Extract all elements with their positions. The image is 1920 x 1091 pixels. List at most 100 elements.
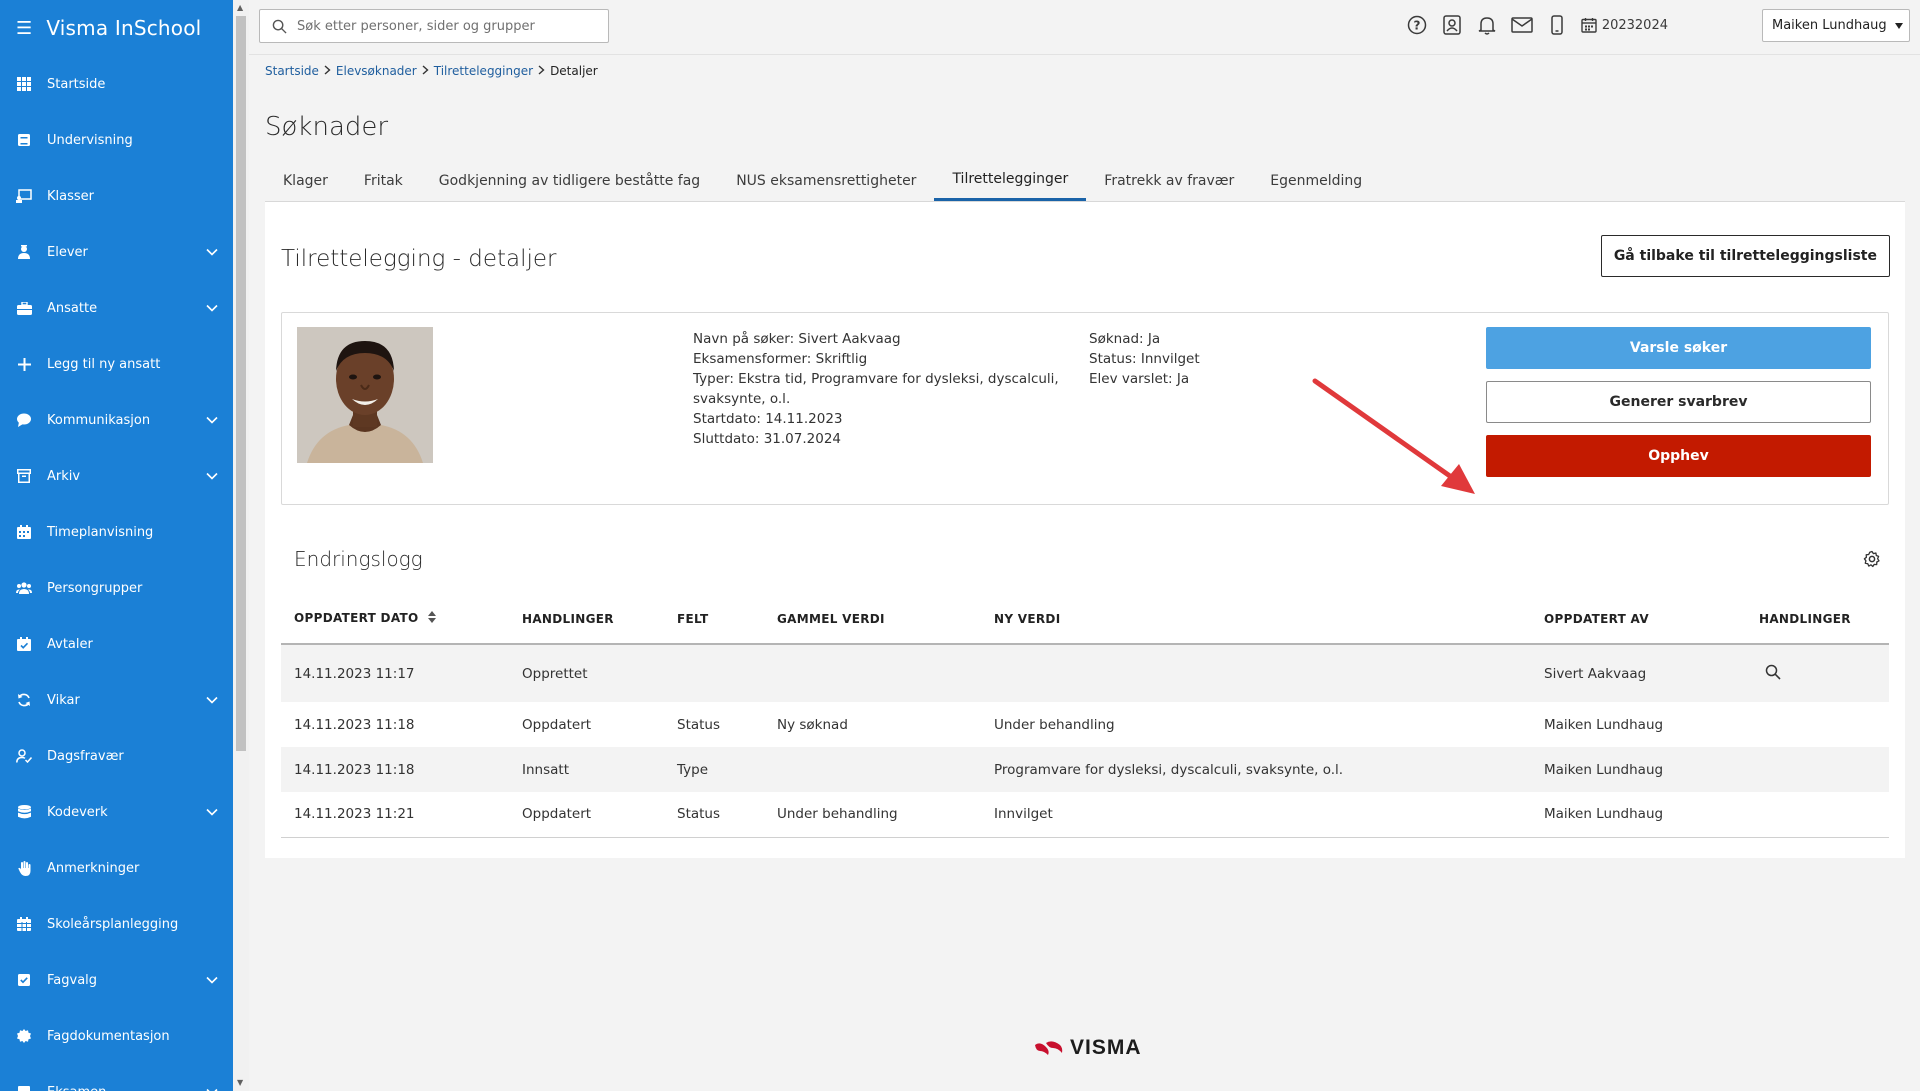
column-header: GAMMEL VERDI bbox=[764, 594, 981, 645]
sidebar-item-label: Klasser bbox=[47, 188, 94, 204]
changelog-title: Endringslogg bbox=[294, 547, 423, 571]
breadcrumb-link[interactable]: Startside bbox=[265, 64, 319, 78]
sidebar-item-kodeverk[interactable]: Kodeverk bbox=[0, 784, 233, 840]
sidebar-item-startside[interactable]: Startside bbox=[0, 56, 233, 112]
help-icon[interactable]: ? bbox=[1406, 14, 1428, 36]
search-icon[interactable] bbox=[1765, 664, 1781, 684]
database-icon bbox=[16, 804, 32, 820]
menu-icon[interactable]: ☰ bbox=[16, 18, 32, 39]
table-row: 14.11.2023 11:21 Oppdatert Status Under beh… bbox=[281, 792, 1889, 838]
cell-new: Innvilget bbox=[981, 792, 1531, 838]
sidebar-item-dagsfravær[interactable]: Dagsfravær bbox=[0, 728, 233, 784]
search-input[interactable] bbox=[297, 18, 587, 34]
applicant-details: Navn på søker: Sivert Aakvaag Eksamensfor… bbox=[693, 329, 1073, 449]
student-icon bbox=[16, 244, 32, 260]
chevron-down-icon[interactable] bbox=[205, 469, 219, 483]
sidebar-item-label: Legg til ny ansatt bbox=[47, 356, 161, 372]
phone-icon[interactable] bbox=[1546, 14, 1568, 36]
sort-icon[interactable] bbox=[428, 611, 437, 626]
info-line: Typer: Ekstra tid, Programvare for dysle… bbox=[693, 371, 1059, 407]
sidebar-item-anmerkninger[interactable]: Anmerkninger bbox=[0, 840, 233, 896]
sidebar: ☰ Visma InSchool Startside Undervisning Kl… bbox=[0, 0, 233, 1091]
sidebar-item-label: Kodeverk bbox=[47, 804, 108, 820]
scrollbar-thumb[interactable] bbox=[236, 16, 246, 751]
tab-godkjenning-av-tidligere-beståtte-fag[interactable]: Godkjenning av tidligere beståtte fag bbox=[421, 160, 718, 201]
cell-actions bbox=[1746, 747, 1889, 792]
visma-swoosh-icon bbox=[1035, 1041, 1063, 1055]
school-year-selector[interactable]: 20232024 bbox=[1581, 17, 1668, 33]
chevron-down-icon[interactable] bbox=[205, 245, 219, 259]
board-icon bbox=[16, 188, 32, 204]
status-line: Søknad: Ja bbox=[1089, 331, 1161, 347]
breadcrumb: Startside Elevsøknader Tilrettelegginger De… bbox=[265, 64, 1905, 78]
sidebar-item-klasser[interactable]: Klasser bbox=[0, 168, 233, 224]
gear-icon[interactable] bbox=[1863, 550, 1881, 568]
chevron-down-icon[interactable] bbox=[205, 1085, 219, 1091]
chevron-down-icon[interactable] bbox=[205, 413, 219, 427]
sidebar-item-label: Elever bbox=[47, 244, 88, 260]
column-header: NY VERDI bbox=[981, 594, 1531, 645]
sidebar-item-kommunikasjon[interactable]: Kommunikasjon bbox=[0, 392, 233, 448]
calendar-grid-icon bbox=[16, 916, 32, 932]
sidebar-item-legg-til-ny-ansatt[interactable]: Legg til ny ansatt bbox=[0, 336, 233, 392]
bell-icon[interactable] bbox=[1476, 14, 1498, 36]
book-check-icon bbox=[16, 972, 32, 988]
search-box[interactable] bbox=[259, 9, 609, 43]
column-header-label: NY VERDI bbox=[994, 611, 1061, 626]
page-scrollbar[interactable]: ▲ ▼ bbox=[233, 0, 249, 1091]
contacts-icon[interactable] bbox=[1441, 14, 1463, 36]
status-line: Status: Innvilget bbox=[1089, 351, 1200, 367]
table-header-row: OPPDATERT DATO HANDLINGER FELT GAMMEL VERDI… bbox=[281, 594, 1889, 645]
sidebar-item-label: Persongrupper bbox=[47, 580, 143, 596]
sidebar-item-label: Undervisning bbox=[47, 132, 133, 148]
chevron-down-icon[interactable] bbox=[205, 973, 219, 987]
mail-icon[interactable] bbox=[1511, 14, 1533, 36]
sidebar-item-timeplanvisning[interactable]: Timeplanvisning bbox=[0, 504, 233, 560]
column-header[interactable]: OPPDATERT DATO bbox=[281, 594, 509, 645]
tab-tilrettelegginger[interactable]: Tilrettelegginger bbox=[934, 160, 1087, 201]
back-to-list-button[interactable]: Gå tilbake til tilretteleggingsliste bbox=[1600, 235, 1890, 277]
tab-fratrekk-av-fravær[interactable]: Fratrekk av fravær bbox=[1086, 160, 1252, 201]
tab-nus-eksamensrettigheter[interactable]: NUS eksamensrettigheter bbox=[718, 160, 934, 201]
sidebar-item-skoleårsplanlegging[interactable]: Skoleårsplanlegging bbox=[0, 896, 233, 952]
breadcrumb-link[interactable]: Elevsøknader bbox=[336, 64, 417, 78]
applicant-photo bbox=[297, 327, 433, 463]
sidebar-item-arkiv[interactable]: Arkiv bbox=[0, 448, 233, 504]
breadcrumb-link[interactable]: Tilrettelegginger bbox=[434, 64, 533, 78]
tab-bar: Klager Fritak Godkjenning av tidligere bes… bbox=[265, 160, 1905, 202]
sidebar-item-ansatte[interactable]: Ansatte bbox=[0, 280, 233, 336]
search-icon bbox=[272, 19, 287, 34]
revoke-button[interactable]: Opphev bbox=[1486, 435, 1871, 477]
sidebar-item-elever[interactable]: Elever bbox=[0, 224, 233, 280]
sidebar-item-undervisning[interactable]: Undervisning bbox=[0, 112, 233, 168]
sidebar-item-vikar[interactable]: Vikar bbox=[0, 672, 233, 728]
scroll-up-icon[interactable]: ▲ bbox=[237, 3, 243, 12]
sidebar-item-fagdokumentasjon[interactable]: Fagdokumentasjon bbox=[0, 1008, 233, 1064]
user-menu[interactable]: Maiken Lundhaug bbox=[1762, 9, 1910, 42]
tab-egenmelding[interactable]: Egenmelding bbox=[1252, 160, 1380, 201]
sidebar-item-label: Eksamen bbox=[47, 1085, 205, 1091]
sidebar-item-persongrupper[interactable]: Persongrupper bbox=[0, 560, 233, 616]
chevron-down-icon[interactable] bbox=[205, 693, 219, 707]
sidebar-item-fagvalg[interactable]: Fagvalg bbox=[0, 952, 233, 1008]
chevron-down-icon[interactable] bbox=[205, 805, 219, 819]
grid-icon bbox=[16, 76, 32, 92]
caret-down-icon bbox=[1895, 23, 1903, 29]
group-icon bbox=[16, 580, 32, 596]
sidebar-item-eksamen[interactable]: Eksamen bbox=[0, 1064, 233, 1091]
cell-old bbox=[764, 747, 981, 792]
tab-klager[interactable]: Klager bbox=[265, 160, 346, 201]
cell-date: 14.11.2023 11:17 bbox=[294, 665, 415, 682]
generate-letter-button[interactable]: Generer svarbrev bbox=[1486, 381, 1871, 423]
cell-field bbox=[664, 644, 764, 702]
column-header-label: HANDLINGER bbox=[522, 611, 614, 626]
user-check-icon bbox=[16, 748, 32, 764]
chevron-right-icon bbox=[324, 64, 331, 78]
app-brand[interactable]: ☰ Visma InSchool bbox=[0, 0, 233, 56]
chevron-down-icon[interactable] bbox=[205, 301, 219, 315]
sidebar-item-avtaler[interactable]: Avtaler bbox=[0, 616, 233, 672]
notify-applicant-button[interactable]: Varsle søker bbox=[1486, 327, 1871, 369]
tab-fritak[interactable]: Fritak bbox=[346, 160, 421, 201]
table-row: 14.11.2023 11:18 Oppdatert Status Ny søknad… bbox=[281, 702, 1889, 747]
scroll-down-icon[interactable]: ▼ bbox=[237, 1078, 243, 1087]
